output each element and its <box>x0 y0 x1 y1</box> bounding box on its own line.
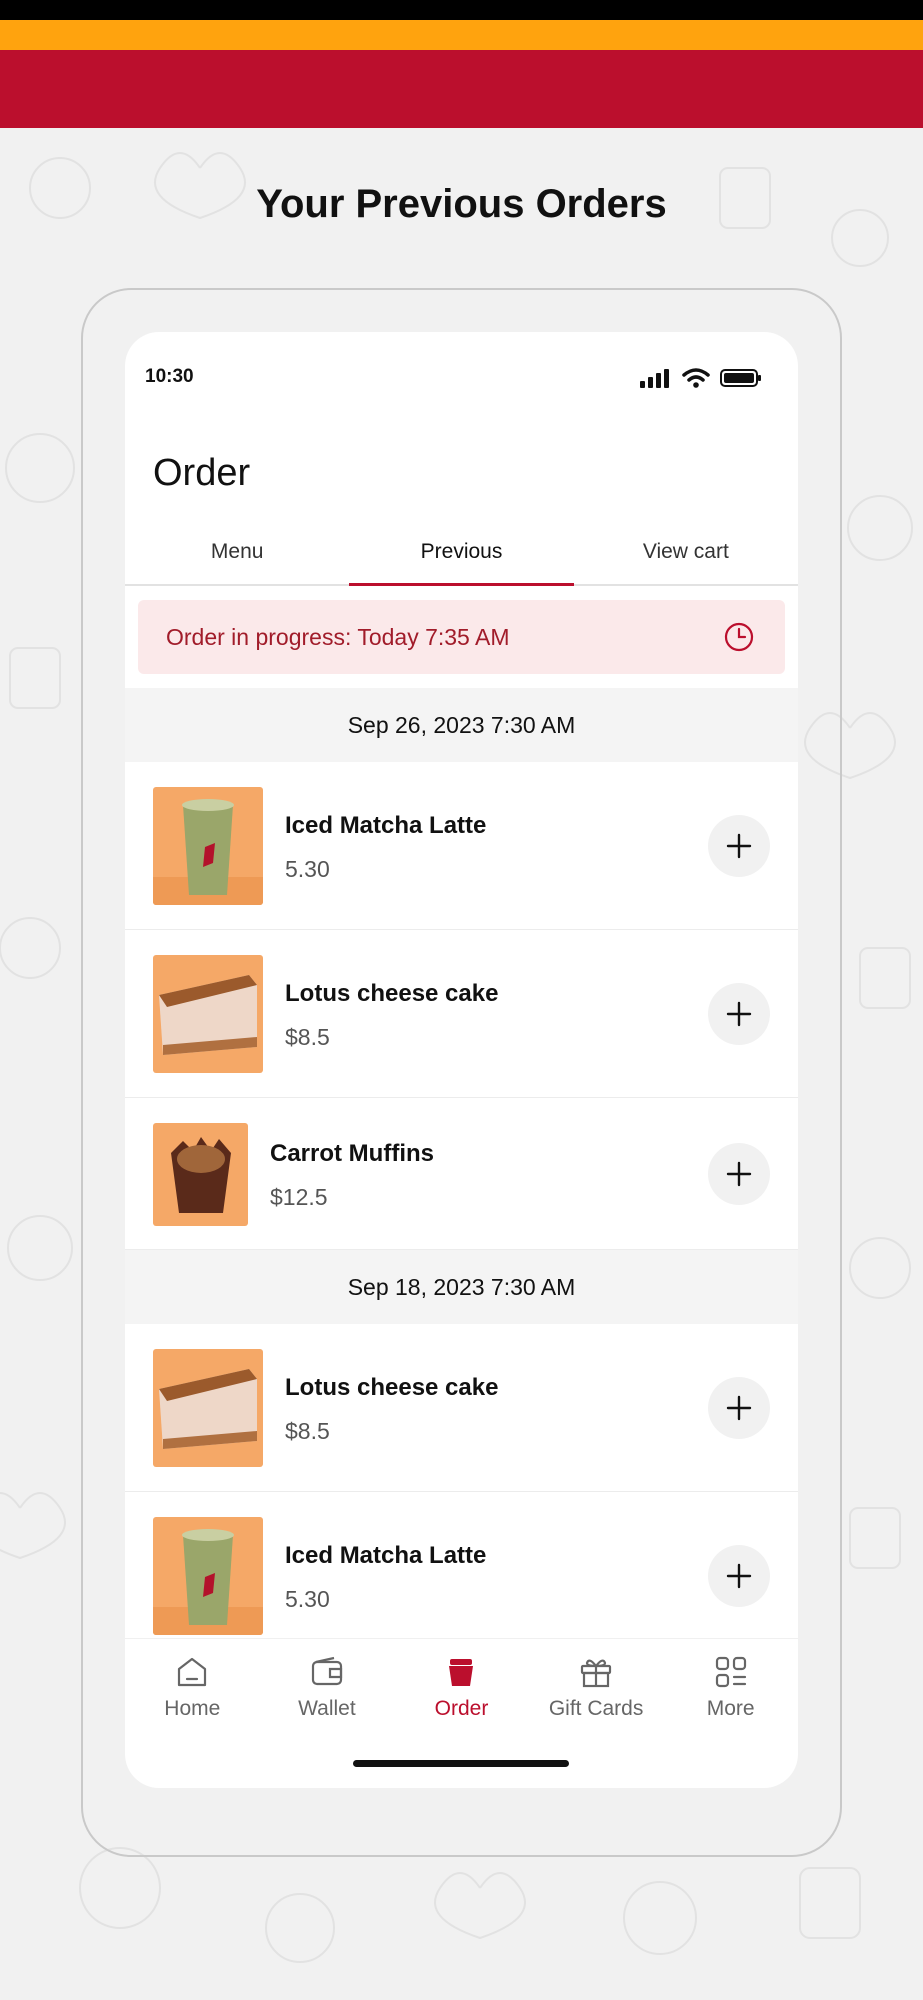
plus-icon <box>726 1563 752 1589</box>
nav-order-label: Order <box>434 1697 489 1720</box>
nav-home[interactable]: Home <box>125 1639 260 1748</box>
nav-gift-cards[interactable]: Gift Cards <box>529 1639 664 1748</box>
system-status-strip <box>0 0 923 20</box>
add-to-cart-button[interactable] <box>708 1143 770 1205</box>
plus-icon <box>726 833 752 859</box>
item-price: $12.5 <box>270 1184 328 1210</box>
item-price: 5.30 <box>285 1586 330 1612</box>
nav-order[interactable]: Order <box>394 1639 529 1748</box>
iced-matcha-latte-image <box>153 1517 263 1635</box>
nav-wallet-label: Wallet <box>298 1697 356 1720</box>
iced-matcha-latte-image <box>153 787 263 905</box>
item-name: Iced Matcha Latte <box>285 1542 487 1569</box>
order-in-progress-banner[interactable]: Order in progress: Today 7:35 AM <box>138 600 785 674</box>
home-icon <box>178 1657 207 1687</box>
signal-icon <box>640 369 669 388</box>
tab-view-cart[interactable]: View cart <box>574 530 798 584</box>
wifi-icon <box>682 368 710 388</box>
brand-stripe-orange <box>0 20 923 50</box>
gift-icon <box>580 1659 612 1688</box>
plus-icon <box>726 1161 752 1187</box>
order-date-header: Sep 18, 2023 7:30 AM <box>125 1250 798 1324</box>
nav-home-label: Home <box>164 1697 221 1720</box>
lotus-cheese-cake-image <box>153 1349 263 1467</box>
lotus-cheese-cake-image <box>153 955 263 1073</box>
promo-headline: Your Previous Orders <box>256 182 667 226</box>
order-tabs: Menu Previous View cart <box>125 530 798 586</box>
item-name: Lotus cheese cake <box>285 980 499 1007</box>
tab-previous[interactable]: Previous <box>349 530 574 586</box>
item-name: Iced Matcha Latte <box>285 812 487 839</box>
tab-menu[interactable]: Menu <box>125 530 349 584</box>
previous-orders-list: Sep 26, 2023 7:30 AM Iced Matcha Latte 5… <box>125 688 798 1660</box>
item-price: $8.5 <box>285 1024 330 1050</box>
order-item[interactable]: Lotus cheese cake $8.5 <box>125 1324 798 1492</box>
add-to-cart-button[interactable] <box>708 1377 770 1439</box>
home-indicator[interactable] <box>353 1760 569 1767</box>
cup-icon <box>449 1659 474 1686</box>
order-in-progress-text: Order in progress: Today 7:35 AM <box>166 623 510 650</box>
order-item[interactable]: Iced Matcha Latte 5.30 <box>125 1492 798 1660</box>
grid-icon <box>715 1656 746 1688</box>
brand-stripe-red <box>0 50 923 128</box>
add-to-cart-button[interactable] <box>708 815 770 877</box>
item-name: Carrot Muffins <box>270 1140 434 1167</box>
wallet-icon <box>311 1656 342 1686</box>
item-name: Lotus cheese cake <box>285 1374 499 1401</box>
add-to-cart-button[interactable] <box>708 983 770 1045</box>
nav-wallet[interactable]: Wallet <box>260 1639 395 1748</box>
plus-icon <box>726 1395 752 1421</box>
add-to-cart-button[interactable] <box>708 1545 770 1607</box>
item-price: 5.30 <box>285 856 330 882</box>
clock-icon <box>724 622 754 652</box>
order-item[interactable]: Carrot Muffins $12.5 <box>125 1098 798 1250</box>
order-item[interactable]: Lotus cheese cake $8.5 <box>125 930 798 1098</box>
item-price: $8.5 <box>285 1418 330 1444</box>
plus-icon <box>726 1001 752 1027</box>
battery-icon <box>720 369 761 387</box>
carrot-muffins-image <box>153 1123 248 1226</box>
nav-more-label: More <box>706 1697 755 1720</box>
order-item[interactable]: Iced Matcha Latte 5.30 <box>125 762 798 930</box>
phone-screen: 10:30 Order Menu Previous View cart Orde… <box>125 332 798 1788</box>
bottom-navigation: Home Wallet Order Gift Cards More <box>125 1638 798 1748</box>
nav-gift-cards-label: Gift Cards <box>548 1697 644 1720</box>
order-date-header: Sep 26, 2023 7:30 AM <box>125 688 798 762</box>
page-title: Order <box>153 452 251 494</box>
status-time: 10:30 <box>145 366 194 387</box>
nav-more[interactable]: More <box>663 1639 798 1748</box>
status-icons <box>640 368 762 388</box>
